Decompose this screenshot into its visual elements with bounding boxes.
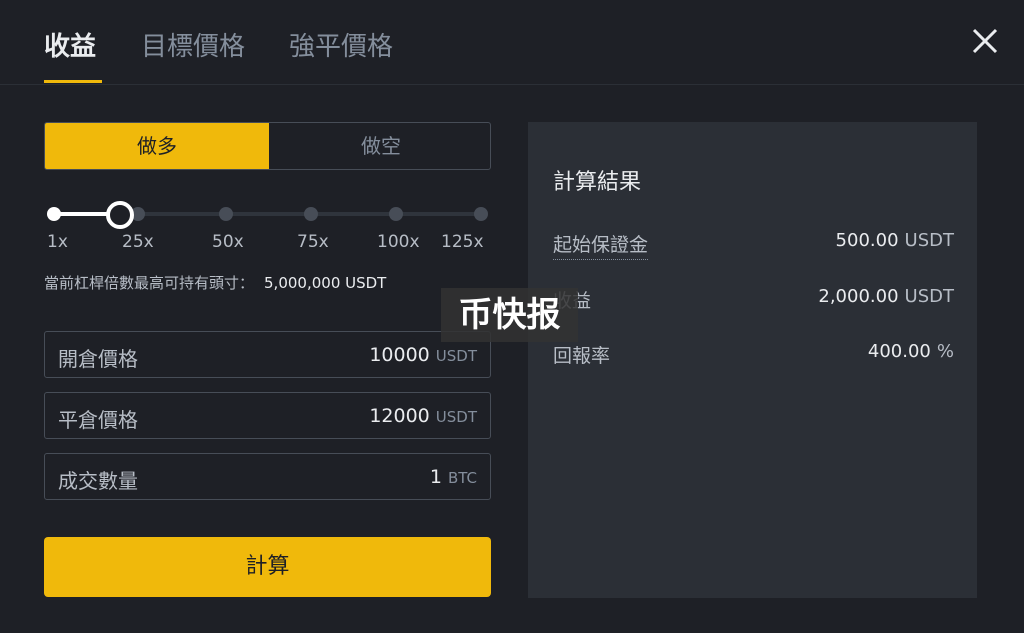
side-toggle: 做多 做空 — [44, 122, 491, 170]
slider-step-50x[interactable] — [219, 207, 233, 221]
field-unit: BTC — [447, 469, 477, 487]
result-row-profit: 收益 2,000.00USDT — [553, 286, 954, 316]
field-unit: USDT — [435, 408, 477, 426]
quantity-input[interactable]: 1 — [430, 466, 442, 488]
result-unit: % — [936, 341, 954, 362]
long-button[interactable]: 做多 — [45, 123, 269, 169]
short-button[interactable]: 做空 — [269, 123, 490, 169]
tick-label: 50x — [212, 232, 244, 252]
result-title: 計算結果 — [553, 170, 642, 195]
slider-step-125x[interactable] — [474, 207, 488, 221]
result-panel: 計算結果 起始保證金 500.00USDT 收益 2,000.00USDT 回報… — [528, 122, 977, 598]
max-position-value: 5,000,000 USDT — [264, 274, 387, 292]
field-label: 成交數量 — [58, 469, 138, 493]
tab-liquidation-price[interactable]: 強平價格 — [289, 26, 393, 63]
roe-label: 回報率 — [553, 345, 611, 367]
slider-thumb[interactable] — [106, 201, 134, 229]
tick-label: 1x — [47, 232, 68, 252]
tick-label: 25x — [122, 232, 154, 252]
field-unit: USDT — [435, 347, 477, 365]
tab-profit[interactable]: 收益 — [44, 26, 96, 63]
result-row-initial-margin: 起始保證金 500.00 USDT — [553, 230, 954, 260]
quantity-field[interactable]: 成交數量 1 BTC — [44, 453, 491, 500]
result-unit: USDT — [904, 230, 954, 251]
close-icon[interactable] — [968, 24, 1002, 58]
result-value: 400.00 — [867, 341, 931, 362]
leverage-slider[interactable] — [44, 198, 491, 230]
slider-step-1x[interactable] — [47, 207, 61, 221]
tick-label: 100x — [377, 232, 420, 252]
entry-price-field[interactable]: 開倉價格 10000 USDT — [44, 331, 491, 378]
watermark: 币快报 — [441, 288, 578, 342]
result-unit: USDT — [904, 286, 954, 307]
slider-step-100x[interactable] — [389, 207, 403, 221]
calculate-button[interactable]: 計算 — [44, 537, 491, 597]
result-row-roe: 回報率 400.00% — [553, 341, 954, 371]
exit-price-input[interactable]: 12000 — [369, 405, 429, 427]
tab-target-price[interactable]: 目標價格 — [141, 26, 245, 63]
result-value: 500.00 — [835, 230, 899, 251]
active-tab-indicator — [44, 80, 102, 83]
exit-price-field[interactable]: 平倉價格 12000 USDT — [44, 392, 491, 439]
max-position-label: 當前杠桿倍數最高可持有頭寸： — [44, 274, 255, 292]
tick-label: 125x — [441, 232, 484, 252]
result-value: 2,000.00 — [818, 286, 899, 307]
field-label: 開倉價格 — [58, 347, 138, 371]
entry-price-input[interactable]: 10000 — [369, 344, 429, 366]
slider-step-75x[interactable] — [304, 207, 318, 221]
tick-label: 75x — [297, 232, 329, 252]
field-label: 平倉價格 — [58, 408, 138, 432]
tab-bar: 收益 目標價格 強平價格 — [0, 0, 1024, 85]
max-position-info: 當前杠桿倍數最高可持有頭寸： 5,000,000 USDT — [44, 272, 386, 293]
initial-margin-label[interactable]: 起始保證金 — [553, 230, 649, 260]
